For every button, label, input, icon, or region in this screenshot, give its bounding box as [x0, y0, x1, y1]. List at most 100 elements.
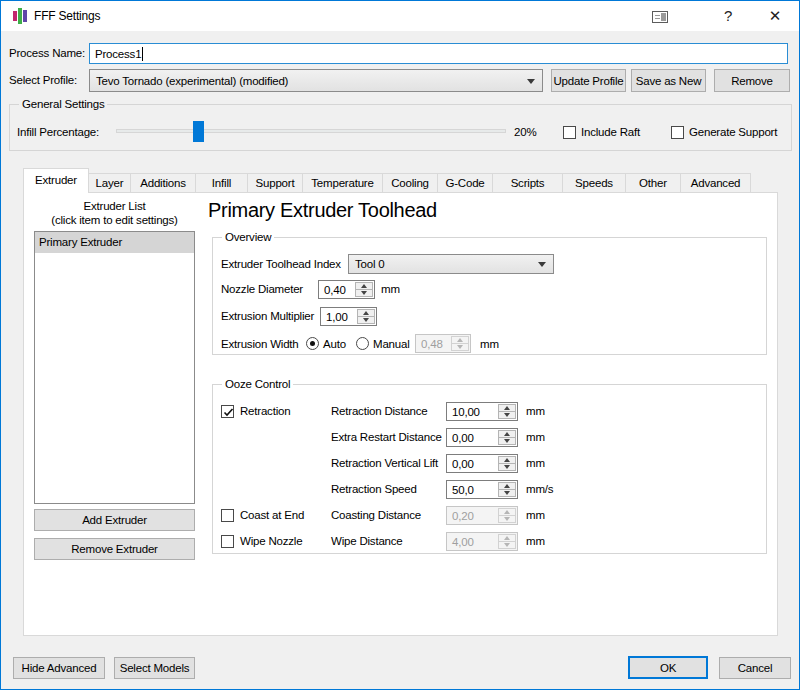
- row-label: Wipe Distance: [331, 535, 403, 548]
- coast-at-end-label: Coast at End: [240, 509, 304, 522]
- nozzle-diameter-unit: mm: [381, 283, 400, 296]
- remove-profile-button[interactable]: Remove: [714, 69, 790, 92]
- extrusion-width-manual-radio[interactable]: [356, 337, 369, 350]
- include-raft-label: Include Raft: [581, 126, 640, 139]
- ok-button[interactable]: OK: [628, 656, 708, 679]
- spin-down-button: [498, 541, 516, 549]
- extrusion-multiplier-spinner[interactable]: 1,00: [320, 307, 377, 326]
- wipe-nozzle-checkbox[interactable]: [221, 535, 234, 548]
- tab-extruder[interactable]: Extruder: [23, 168, 89, 193]
- extrusion-width-spinner: 0,48: [415, 334, 471, 353]
- retraction-vertical-lift-spinner[interactable]: 0,00: [446, 454, 518, 473]
- coast-at-end-checkbox[interactable]: [221, 509, 234, 522]
- profile-dropdown-value: Tevo Tornado (experimental) (modified): [96, 75, 288, 87]
- toolhead-index-dropdown[interactable]: Tool 0: [348, 254, 554, 274]
- spin-down-button[interactable]: [498, 437, 516, 445]
- add-extruder-button[interactable]: Add Extruder: [34, 509, 195, 531]
- ooze-control-title: Ooze Control: [222, 378, 293, 391]
- extruder-list-title: Extruder List: [34, 200, 195, 213]
- help-button[interactable]: ?: [717, 5, 739, 27]
- spin-down-button[interactable]: [498, 489, 516, 497]
- row-unit: mm: [526, 405, 545, 418]
- retraction-checkbox[interactable]: [221, 405, 234, 418]
- extruder-tab-panel: Extruder List (click item to edit settin…: [23, 192, 778, 636]
- spinner-value: 0,00: [452, 429, 474, 446]
- list-item-primary-extruder[interactable]: Primary Extruder: [35, 232, 194, 253]
- tab-gcode[interactable]: G-Code: [437, 173, 493, 192]
- retraction-distance-spinner[interactable]: 10,00: [446, 402, 518, 421]
- wipe-nozzle-label: Wipe Nozzle: [240, 535, 302, 548]
- infill-slider-track[interactable]: [116, 129, 506, 133]
- extrusion-width-auto-radio[interactable]: [306, 337, 319, 350]
- tab-support[interactable]: Support: [247, 173, 303, 192]
- nozzle-diameter-value: 0,40: [324, 281, 346, 298]
- close-button[interactable]: ✕: [763, 5, 787, 27]
- extrusion-width-unit: mm: [480, 338, 499, 351]
- general-settings-title: General Settings: [19, 98, 107, 111]
- window-title: FFF Settings: [34, 10, 100, 23]
- process-name-value: Process1: [95, 48, 141, 60]
- spin-down-button[interactable]: [357, 316, 375, 324]
- extrusion-width-manual-label: Manual: [373, 338, 410, 351]
- row-label: Retraction Distance: [331, 405, 428, 418]
- tab-speeds[interactable]: Speeds: [562, 173, 626, 192]
- checkmark-icon: [222, 406, 235, 419]
- chevron-down-icon: [538, 262, 546, 267]
- spin-down-button[interactable]: [355, 289, 373, 297]
- remove-extruder-button[interactable]: Remove Extruder: [34, 538, 195, 560]
- extruder-list-subtitle: (click item to edit settings): [34, 214, 195, 227]
- tab-infill[interactable]: Infill: [195, 173, 248, 192]
- tab-additions[interactable]: Additions: [130, 173, 196, 192]
- tab-temperature[interactable]: Temperature: [302, 173, 383, 192]
- infill-percentage-value: 20%: [514, 126, 536, 139]
- settings-tabs: Extruder Layer Additions Infill Support …: [23, 168, 751, 192]
- toolhead-index-label: Extruder Toolhead Index: [221, 258, 341, 271]
- overview-title: Overview: [222, 231, 274, 244]
- extra-restart-distance-spinner[interactable]: 0,00: [446, 428, 518, 447]
- process-name-label: Process Name:: [9, 47, 85, 60]
- spin-down-button: [451, 343, 469, 351]
- nozzle-diameter-spinner[interactable]: 0,40: [318, 280, 375, 299]
- infill-slider-handle[interactable]: [193, 121, 204, 142]
- save-as-new-button[interactable]: Save as New: [631, 69, 706, 92]
- row-unit: mm: [526, 509, 545, 522]
- hide-advanced-button[interactable]: Hide Advanced: [13, 657, 105, 679]
- profile-dropdown[interactable]: Tevo Tornado (experimental) (modified): [89, 69, 543, 92]
- text-caret: [142, 47, 143, 61]
- toolhead-index-value: Tool 0: [355, 258, 385, 270]
- spin-down-button: [498, 515, 516, 523]
- row-label: Coasting Distance: [331, 509, 421, 522]
- extrusion-width-label: Extrusion Width: [221, 338, 299, 351]
- coasting-distance-spinner: 0,20: [446, 506, 518, 525]
- process-name-input[interactable]: Process1: [89, 43, 788, 64]
- row-unit: mm: [526, 431, 545, 444]
- spinner-value: 0,00: [452, 455, 474, 472]
- spin-down-button[interactable]: [498, 463, 516, 471]
- spinner-value: 50,0: [452, 481, 474, 498]
- row-unit: mm: [526, 457, 545, 470]
- infill-percentage-label: Infill Percentage:: [17, 126, 99, 139]
- retraction-speed-spinner[interactable]: 50,0: [446, 480, 518, 499]
- tab-layer[interactable]: Layer: [88, 173, 131, 192]
- ooze-control-group: Ooze Control Retraction Retraction Dista…: [212, 384, 767, 554]
- tab-advanced[interactable]: Advanced: [680, 173, 751, 192]
- update-profile-button[interactable]: Update Profile: [551, 69, 626, 92]
- tab-scripts[interactable]: Scripts: [492, 173, 563, 192]
- spinner-value: 10,00: [452, 403, 480, 420]
- generate-support-checkbox[interactable]: [671, 126, 684, 139]
- window-panel-icon[interactable]: [652, 11, 668, 23]
- extrusion-width-value: 0,48: [421, 335, 443, 352]
- tab-cooling[interactable]: Cooling: [382, 173, 438, 192]
- select-models-button[interactable]: Select Models: [114, 657, 195, 679]
- spin-down-button[interactable]: [498, 411, 516, 419]
- row-label: Extra Restart Distance: [331, 431, 442, 444]
- fff-settings-dialog: FFF Settings ? ✕ Process Name: Process1 …: [0, 0, 800, 690]
- row-unit: mm: [526, 535, 545, 548]
- cancel-button[interactable]: Cancel: [719, 657, 791, 679]
- retraction-label: Retraction: [240, 405, 290, 418]
- extrusion-multiplier-label: Extrusion Multiplier: [221, 310, 314, 323]
- wipe-distance-spinner: 4,00: [446, 532, 518, 551]
- tab-other[interactable]: Other: [625, 173, 681, 192]
- include-raft-checkbox[interactable]: [563, 126, 576, 139]
- spinner-value: 0,20: [452, 507, 474, 524]
